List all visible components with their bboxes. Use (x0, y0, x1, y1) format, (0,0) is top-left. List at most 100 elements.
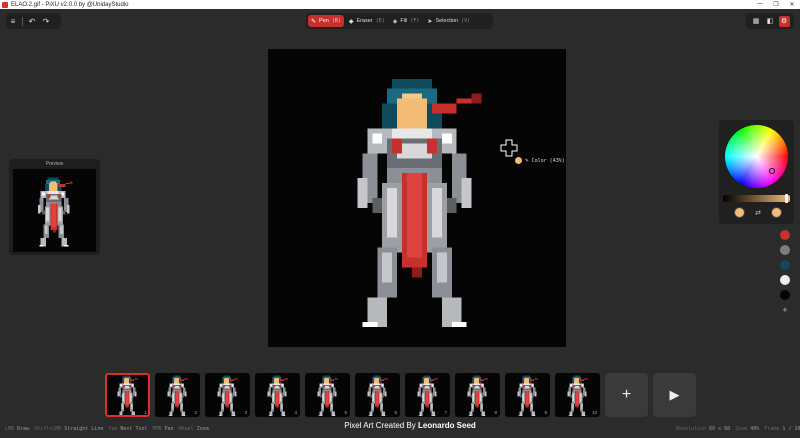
frame-number: 10 (591, 410, 597, 415)
secondary-color[interactable] (771, 207, 782, 218)
drawing-canvas[interactable] (268, 49, 566, 347)
eraser-icon: ◆ (348, 18, 354, 25)
toolbar-divider (22, 16, 23, 26)
frame-thumbnail[interactable]: 1 (105, 373, 150, 417)
shortcut-hints: LMB Draw Shift+LMB Straight Line Tab Next … (5, 426, 209, 432)
info-key: Frame (764, 426, 783, 432)
palette-swatch[interactable] (780, 260, 790, 270)
tool-label: Eraser (356, 18, 373, 24)
tool-bar: ✎ Pen (B) ◆ Eraser (E) ◈ Fill (F) ➤ Sele… (306, 13, 493, 29)
frame-number: 9 (544, 410, 547, 415)
add-color-button[interactable]: + (782, 306, 787, 315)
settings-icon[interactable]: ⚙ (778, 15, 790, 27)
info-value: 1 / 10 (782, 426, 800, 432)
restore-icon[interactable]: ❐ (768, 1, 784, 8)
color-palette: + (780, 230, 790, 315)
frame-thumbnail[interactable]: 10 (555, 373, 600, 417)
preview-sprite (37, 177, 73, 247)
frame-sprite (267, 375, 289, 417)
frame-number: 4 (294, 410, 297, 415)
color-wheel-handle[interactable] (769, 168, 775, 174)
preview-label: Preview (45, 161, 64, 167)
info-key: Zoom (735, 426, 751, 432)
frame-thumbnail[interactable]: 4 (255, 373, 300, 417)
frame-thumbnail[interactable]: 9 (505, 373, 550, 417)
minimize-icon[interactable]: — (752, 1, 768, 8)
info-value: 49% (750, 426, 760, 432)
layers-icon[interactable]: ◧ (765, 16, 776, 27)
frames-timeline: 1 2 3 4 5 6 7 8 9 10 + ▶ (105, 373, 696, 417)
shortcut-hint: Shift+LMB Straight Line (34, 426, 103, 432)
shortcut-key: Shift+LMB (34, 426, 65, 432)
shortcut-label: Straight Line (64, 426, 104, 432)
frame-thumbnail[interactable]: 3 (205, 373, 250, 417)
palette-swatch[interactable] (780, 275, 790, 285)
palette-swatch[interactable] (780, 230, 790, 240)
frame-thumbnail[interactable]: 7 (405, 373, 450, 417)
menu-icon[interactable]: ≡ (6, 17, 20, 26)
add-frame-button[interactable]: + (605, 373, 648, 417)
frame-number: 8 (494, 410, 497, 415)
color-swatch-indicator (515, 157, 522, 164)
shortcut-key: Tab (108, 426, 121, 432)
shortcut-hint: MMB Pan (152, 426, 173, 432)
undo-icon[interactable]: ↶ (25, 17, 39, 26)
info-item: Frame 1 / 10 (764, 426, 800, 432)
frame-sprite (167, 375, 189, 417)
frame-sprite (367, 375, 389, 417)
color-swap-row: ⇄ (734, 207, 782, 218)
frame-sprite (217, 375, 239, 417)
frame-thumbnail[interactable]: 6 (355, 373, 400, 417)
tool-label: Fill (400, 18, 408, 24)
fill-icon: ◈ (392, 18, 398, 25)
tool-eraser[interactable]: ◆ Eraser (E) (346, 15, 388, 27)
info-item: Resolution 60 x 60 (676, 426, 730, 432)
credit-author: Leonardo Seed (418, 421, 476, 430)
play-button[interactable]: ▶ (653, 373, 696, 417)
tool-pen[interactable]: ✎ Pen (B) (308, 15, 344, 27)
frame-sprite (417, 375, 439, 417)
title-bar: ELAO.2.gif - PiXU v2.0.0 by @UnidayStudi… (0, 0, 800, 9)
primary-color[interactable] (734, 207, 745, 218)
pen-icon: ✎ (525, 157, 529, 164)
top-right-toolbar: ▦ ◧ ⚙ (746, 13, 794, 29)
info-value: 60 x 60 (709, 426, 731, 432)
frame-thumbnail[interactable]: 2 (155, 373, 200, 417)
info-item: Zoom 49% (735, 426, 759, 432)
grid-icon[interactable]: ▦ (751, 16, 762, 27)
frame-number: 2 (194, 410, 197, 415)
palette-swatch[interactable] (780, 245, 790, 255)
color-wheel[interactable] (725, 125, 788, 188)
frame-number: 6 (394, 410, 397, 415)
frame-thumbnail[interactable]: 8 (455, 373, 500, 417)
tool-selection[interactable]: ➤ Selection (V) (424, 15, 473, 27)
canvas-sprite (357, 78, 482, 328)
swap-icon[interactable]: ⇄ (755, 209, 761, 217)
shortcut-hint: Wheel Zoom (179, 426, 209, 432)
tool-fill[interactable]: ◈ Fill (F) (390, 15, 423, 27)
top-left-toolbar: ≡ ↶ ↷ (6, 13, 61, 29)
frame-number: 5 (344, 410, 347, 415)
pen-icon: ✎ (311, 18, 317, 25)
frame-sprite (467, 375, 489, 417)
tooltip-text: Color (43%) (531, 157, 565, 164)
credit-prefix: Pixel Art Created By (344, 421, 416, 430)
tool-shortcut: (E) (375, 18, 385, 24)
value-slider-handle[interactable] (785, 194, 788, 203)
shortcut-hint: LMB Draw (5, 426, 29, 432)
frame-thumbnail[interactable]: 5 (305, 373, 350, 417)
redo-icon[interactable]: ↷ (39, 17, 53, 26)
shortcut-label: Zoom (196, 426, 209, 432)
palette-swatch[interactable] (780, 290, 790, 300)
tool-label: Selection (435, 18, 459, 24)
color-tooltip: ✎ Color (43%) (515, 157, 565, 164)
tool-label: Pen (319, 18, 329, 24)
color-picker-panel: ⇄ (719, 120, 794, 224)
credit-text: Pixel Art Created By Leonardo Seed (310, 421, 510, 430)
window-title: ELAO.2.gif - PiXU v2.0.0 by @UnidayStudi… (11, 1, 129, 8)
preview-panel: Preview (9, 159, 100, 255)
value-slider[interactable] (723, 194, 790, 203)
shortcut-hint: Tab Next Tool (108, 426, 147, 432)
close-icon[interactable]: ✕ (784, 1, 800, 8)
frame-sprite (317, 375, 339, 417)
